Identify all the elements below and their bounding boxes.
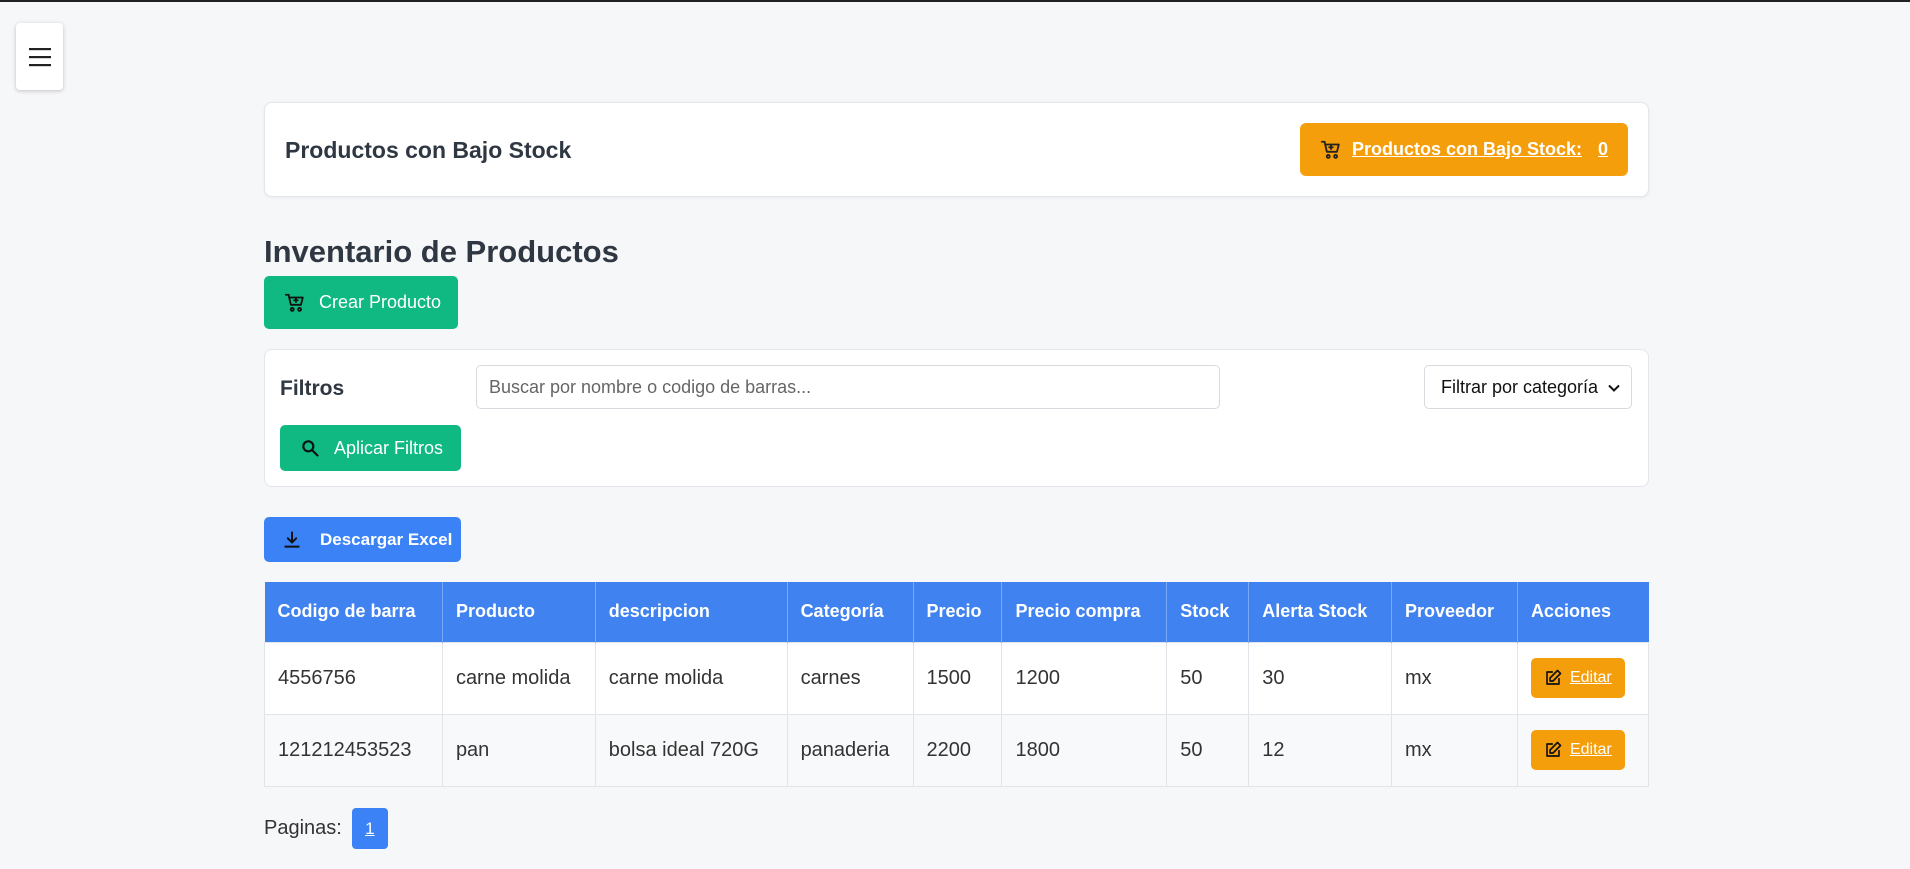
download-icon — [284, 531, 300, 548]
download-excel-label: Descargar Excel — [320, 529, 453, 549]
edit-icon — [1546, 669, 1562, 685]
pagination: Paginas: 1 — [264, 808, 388, 849]
filters-card: Filtros Filtrar por categoría Aplicar Fi… — [264, 349, 1649, 487]
filters-label: Filtros — [280, 377, 345, 400]
table-row: 4556756 carne molida carne molida carnes… — [264, 641, 1650, 715]
category-select-value: Filtrar por categoría — [1441, 376, 1599, 397]
column-header[interactable]: Stock — [1166, 582, 1250, 642]
category-select[interactable]: Filtrar por categoría — [1424, 365, 1632, 409]
cell-proveedor: mx — [1390, 641, 1518, 715]
column-header[interactable]: Proveedor — [1391, 582, 1518, 642]
cell-categoria: panaderia — [786, 713, 914, 787]
cell-codigo: 4556756 — [264, 641, 443, 715]
low-stock-button-label: Productos con Bajo Stock: — [1351, 139, 1582, 159]
cell-descripcion: bolsa ideal 720G — [594, 713, 788, 787]
low-stock-title: Productos con Bajo Stock — [285, 137, 572, 163]
cell-codigo: 121212453523 — [264, 713, 443, 787]
cell-producto: carne molida — [441, 641, 596, 715]
column-header[interactable]: Producto — [442, 582, 596, 642]
edit-icon — [1546, 741, 1562, 757]
cart-add-icon — [284, 293, 304, 312]
table-row: 121212453523 pan bolsa ideal 720G panade… — [264, 713, 1650, 787]
column-header[interactable]: Precio — [913, 582, 1003, 642]
page-title: Inventario de Productos — [264, 234, 619, 269]
low-stock-count: 0 — [1597, 139, 1608, 159]
cell-precio: 1500 — [912, 641, 1003, 715]
search-input[interactable] — [476, 365, 1220, 409]
create-product-label: Crear Producto — [319, 292, 442, 312]
create-product-button[interactable]: Crear Producto — [264, 276, 458, 329]
cell-alerta-stock: 30 — [1248, 641, 1392, 715]
column-header[interactable]: Precio compra — [1001, 582, 1168, 642]
edit-button[interactable]: Editar — [1530, 658, 1625, 698]
cell-descripcion: carne molida — [594, 641, 788, 715]
cell-alerta-stock: 12 — [1248, 713, 1392, 787]
cart-icon — [1320, 140, 1340, 159]
apply-filters-label: Aplicar Filtros — [334, 437, 444, 458]
column-header[interactable]: descripcion — [595, 582, 788, 642]
column-header[interactable]: Alerta Stock — [1248, 582, 1392, 642]
table-header-row: Codigo de barra Producto descripcion Cat… — [264, 582, 1649, 642]
page-1-button[interactable]: 1 — [351, 808, 388, 849]
cell-stock: 50 — [1166, 641, 1250, 715]
cell-producto: pan — [441, 713, 596, 787]
download-excel-button[interactable]: Descargar Excel — [264, 517, 461, 562]
pagination-label: Paginas: — [264, 817, 342, 839]
low-stock-button[interactable]: Productos con Bajo Stock: 0 — [1299, 123, 1628, 176]
cell-categoria: carnes — [786, 641, 914, 715]
hamburger-icon — [28, 47, 51, 66]
cell-stock: 50 — [1166, 713, 1250, 787]
search-icon — [302, 440, 319, 457]
cell-acciones: Editar — [1516, 713, 1650, 787]
cell-acciones: Editar — [1516, 641, 1650, 715]
cell-precio-compra: 1800 — [1001, 713, 1168, 787]
low-stock-card: Productos con Bajo Stock Productos con B… — [264, 102, 1649, 197]
edit-button[interactable]: Editar — [1530, 730, 1625, 770]
cell-precio: 2200 — [912, 713, 1003, 787]
column-header[interactable]: Categoría — [787, 582, 914, 642]
chevron-down-icon — [1608, 384, 1620, 392]
menu-button[interactable] — [16, 23, 63, 90]
column-header: Acciones — [1517, 582, 1649, 642]
edit-label: Editar — [1569, 741, 1612, 758]
apply-filters-button[interactable]: Aplicar Filtros — [280, 425, 461, 471]
cell-precio-compra: 1200 — [1001, 641, 1168, 715]
edit-label: Editar — [1569, 669, 1612, 686]
column-header[interactable]: Codigo de barra — [264, 582, 443, 642]
products-table: Codigo de barra Producto descripcion Cat… — [264, 582, 1650, 787]
cell-proveedor: mx — [1390, 713, 1518, 787]
